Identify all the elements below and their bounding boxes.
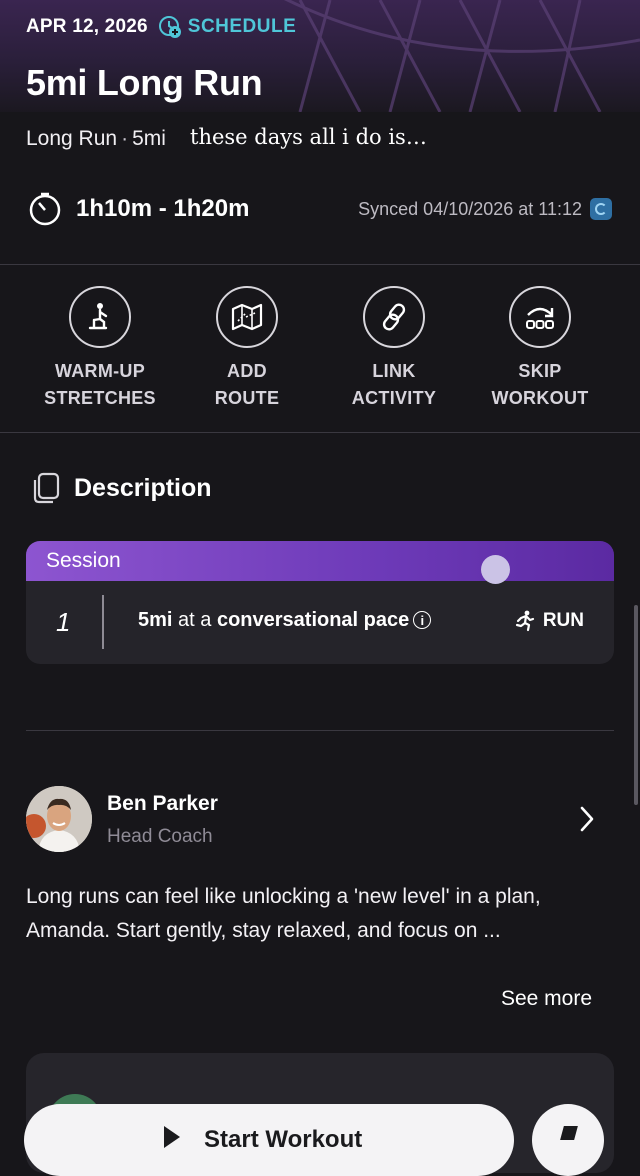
- session-card: Session 1 5mi at a conversational pace i …: [26, 541, 614, 664]
- stretch-icon: [69, 286, 131, 348]
- play-icon: [164, 1126, 180, 1148]
- duration-row: 1h10m - 1h20m: [28, 192, 249, 226]
- workout-date: APR 12, 2026: [26, 16, 148, 37]
- secondary-action-button[interactable]: [532, 1104, 604, 1176]
- step-connector: at a: [172, 609, 217, 631]
- add-route-button[interactable]: ADD ROUTE: [177, 286, 317, 412]
- workout-distance: 5mi: [132, 127, 166, 150]
- coach-message: Long runs can feel like unlocking a 'new…: [26, 885, 541, 942]
- activity-tag: RUN: [513, 610, 584, 632]
- action-label-line: WORKOUT: [491, 388, 589, 408]
- action-label: LINK ACTIVITY: [324, 358, 464, 412]
- action-label: WARM-UP STRETCHES: [30, 358, 170, 412]
- divider: [0, 264, 640, 265]
- description-title: Description: [74, 473, 212, 502]
- step-distance: 5mi: [138, 609, 173, 631]
- step-pace: conversational pace: [216, 609, 410, 631]
- action-label-line: STRETCHES: [44, 388, 156, 408]
- divider: [0, 432, 640, 433]
- skip-icon: [509, 286, 571, 348]
- map-icon: [216, 286, 278, 348]
- session-header: Session: [26, 541, 614, 584]
- see-more-link[interactable]: See more: [501, 987, 592, 1011]
- date-row: APR 12, 2026 SCHEDULE: [26, 14, 296, 40]
- schedule-link[interactable]: SCHEDULE: [188, 16, 297, 38]
- action-label-line: ROUTE: [214, 388, 280, 408]
- timer-icon: [29, 192, 61, 226]
- avatar[interactable]: [26, 786, 92, 852]
- session-indicator: [481, 555, 510, 584]
- workout-subtitle: Long Run · 5mi: [26, 127, 166, 151]
- info-icon[interactable]: i: [413, 611, 432, 629]
- link-icon: [363, 286, 425, 348]
- duration-range: 1h10m - 1h20m: [76, 195, 250, 222]
- action-label-line: LINK: [372, 361, 416, 381]
- scrollbar[interactable]: [634, 605, 638, 805]
- workout-type: Long Run: [26, 127, 118, 150]
- action-label-line: SKIP: [518, 361, 562, 381]
- warm-up-stretches-button[interactable]: WARM-UP STRETCHES: [30, 286, 170, 412]
- divider: [26, 730, 614, 731]
- overlay-caption: these days all i do is…: [190, 125, 427, 149]
- link-activity-button[interactable]: LINK ACTIVITY: [324, 286, 464, 412]
- action-label-line: ACTIVITY: [351, 388, 437, 408]
- activity-tag-label: RUN: [542, 610, 584, 631]
- step-separator: [102, 595, 104, 649]
- schedule-icon[interactable]: [158, 15, 182, 39]
- coach-name: Ben Parker: [107, 792, 218, 815]
- action-label: ADD ROUTE: [177, 358, 317, 412]
- start-workout-label: Start Workout: [204, 1126, 363, 1153]
- description-header: Description: [32, 472, 212, 504]
- action-label-line: WARM-UP: [54, 361, 146, 381]
- chevron-right-icon[interactable]: [578, 804, 596, 834]
- runner-icon: [515, 610, 534, 632]
- coach-role: Head Coach: [107, 826, 213, 847]
- workout-title: 5mi Long Run: [26, 62, 263, 103]
- document-icon: [33, 472, 60, 504]
- skip-workout-button[interactable]: SKIP WORKOUT: [470, 286, 610, 412]
- step-number: 1: [56, 607, 71, 637]
- action-label-line: ADD: [227, 361, 267, 381]
- subtitle-separator: ·: [121, 127, 129, 150]
- step-description: 5mi at a conversational pace i: [138, 609, 432, 632]
- sync-app-icon[interactable]: [590, 198, 612, 220]
- session-label: Session: [46, 549, 121, 572]
- sync-status: Synced 04/10/2026 at 11:12: [358, 199, 582, 219]
- action-label: SKIP WORKOUT: [470, 358, 610, 412]
- start-workout-button[interactable]: Start Workout: [24, 1104, 514, 1176]
